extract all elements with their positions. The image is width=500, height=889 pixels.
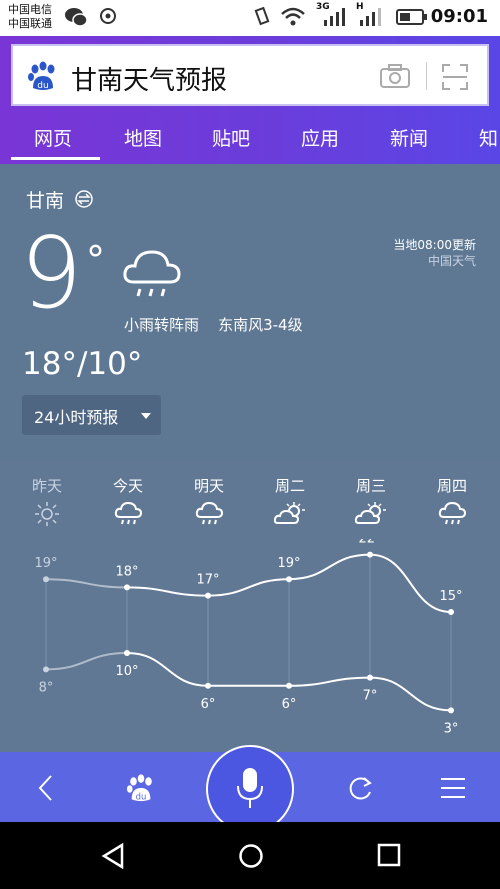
baidu-paw-icon[interactable]: du <box>27 60 59 92</box>
switch-city-icon[interactable] <box>74 189 94 209</box>
carrier-1: 中国电信 <box>8 3 52 16</box>
day-label: 今天 <box>112 477 143 495</box>
tab-tieba[interactable]: 贴吧 <box>212 124 250 151</box>
day-label: 周四 <box>436 477 467 495</box>
dropdown-caret-icon <box>141 413 151 419</box>
high-temp-label: 17° <box>196 573 219 588</box>
day-label: 昨天 <box>31 477 62 495</box>
current-temperature: 9 <box>20 217 82 331</box>
search-separator <box>426 62 427 90</box>
low-temp-label: 10° <box>115 664 138 679</box>
city-name[interactable]: 甘南 <box>26 186 64 213</box>
tab-web[interactable]: 网页 <box>34 124 72 151</box>
low-temp-label: 7° <box>363 689 378 704</box>
low-temp-label: 6° <box>282 697 297 712</box>
carrier-info: 中国电信 中国联通 <box>8 3 52 31</box>
nav-home-icon[interactable] <box>237 842 265 870</box>
wifi-icon <box>281 7 305 26</box>
wechat-icon <box>65 8 88 27</box>
low-point <box>124 650 130 656</box>
high-temp-label: 15° <box>439 589 462 604</box>
signal-icon <box>324 8 345 26</box>
high-point <box>124 584 130 591</box>
microphone-icon <box>237 768 263 808</box>
high-temp-label: 19° <box>277 556 300 571</box>
cloud-rain-icon <box>195 501 223 525</box>
low-temp-label: 6° <box>201 697 216 712</box>
active-tab-indicator <box>11 157 100 160</box>
carrier-2: 中国联通 <box>8 17 52 30</box>
degree-symbol: ° <box>86 238 105 282</box>
low-temp-label: 3° <box>444 721 459 736</box>
update-info: 当地08:00更新 中国天气 <box>393 237 476 269</box>
battery-icon <box>396 9 427 25</box>
search-box[interactable]: du 甘南天气预报 <box>11 44 489 106</box>
baidu-home-icon[interactable]: du <box>126 772 156 804</box>
low-point <box>448 707 454 714</box>
search-query[interactable]: 甘南天气预报 <box>71 60 227 97</box>
low-point <box>43 666 49 673</box>
tab-map[interactable]: 地图 <box>124 124 162 151</box>
android-nav-bar <box>0 822 500 889</box>
low-point <box>367 674 373 681</box>
sun-icon <box>35 502 59 526</box>
high-point <box>448 609 454 615</box>
back-icon[interactable] <box>36 774 56 802</box>
partly-cloudy-icon <box>274 502 305 524</box>
svg-text:du: du <box>37 81 48 91</box>
high-point <box>367 551 373 558</box>
high-temp-label: 22° <box>358 539 381 547</box>
nav-back-icon[interactable] <box>100 842 126 870</box>
clock: 09:01 <box>430 6 488 27</box>
update-time: 当地08:00更新 <box>393 238 476 252</box>
scan-icon[interactable] <box>441 63 469 91</box>
high-point <box>286 576 292 583</box>
high-temp-label: 19° <box>34 556 57 571</box>
signal-icon-2 <box>360 8 381 26</box>
weather-source[interactable]: 中国天气 <box>393 253 476 269</box>
cloud-rain-icon <box>114 501 142 525</box>
browser-toolbar: du <box>0 745 500 833</box>
condition-text: 小雨转阵雨 <box>124 316 200 334</box>
day-label: 周二 <box>274 477 305 495</box>
notification-icon <box>100 8 116 24</box>
partly-cloudy-icon <box>355 502 386 524</box>
low-point <box>286 682 292 689</box>
status-bar: 中国电信 中国联通 3G H 09:01 <box>0 0 500 36</box>
high-line-past <box>45 578 128 589</box>
temperature-chart: 19° 18° 17° 19° 22° 15° 8° 10° 6° 6° 7° 3° <box>34 539 462 736</box>
search-header: du 甘南天气预报 网页 地图 贴吧 应用 新闻 知 <box>0 36 500 164</box>
refresh-icon[interactable] <box>346 774 374 802</box>
vibrate-icon <box>254 6 270 26</box>
low-point <box>205 682 211 689</box>
temperature-range: 18°/10° <box>22 346 143 382</box>
wind-text: 东南风3-4级 <box>218 316 303 334</box>
nav-recents-icon[interactable] <box>376 842 402 868</box>
tab-zhidao[interactable]: 知 <box>479 124 498 151</box>
hourly-forecast-label: 24小时预报 <box>34 408 119 427</box>
current-weather: 甘南 9 ° 小雨转阵雨 东南风3-4级 当地08:00更新 中国天气 18°/… <box>0 164 500 459</box>
high-point <box>205 592 211 599</box>
voice-search-button[interactable] <box>206 745 294 833</box>
low-temp-label: 8° <box>39 680 54 695</box>
weather-card[interactable]: 甘南 9 ° 小雨转阵雨 东南风3-4级 当地08:00更新 中国天气 18°/… <box>0 164 500 752</box>
menu-icon[interactable] <box>440 777 466 799</box>
search-tabs: 网页 地图 贴吧 应用 新闻 知 <box>0 118 500 158</box>
cloud-rain-icon <box>438 501 466 525</box>
hourly-forecast-button[interactable]: 24小时预报 <box>22 395 161 435</box>
weather-condition: 小雨转阵雨 东南风3-4级 <box>124 314 303 335</box>
high-point <box>43 576 49 583</box>
day-label: 周三 <box>355 477 386 495</box>
tab-apps[interactable]: 应用 <box>301 124 339 151</box>
forecast-chart-area: 昨天 今天 明天 周二 周三 周四 19° 18° 17° 19° 22° 15… <box>0 459 500 752</box>
high-temp-label: 18° <box>115 564 138 579</box>
camera-icon[interactable] <box>379 63 411 89</box>
day-label: 明天 <box>193 477 224 495</box>
cloud-rain-icon <box>123 250 181 297</box>
svg-text:du: du <box>136 791 147 801</box>
tab-news[interactable]: 新闻 <box>390 124 428 151</box>
